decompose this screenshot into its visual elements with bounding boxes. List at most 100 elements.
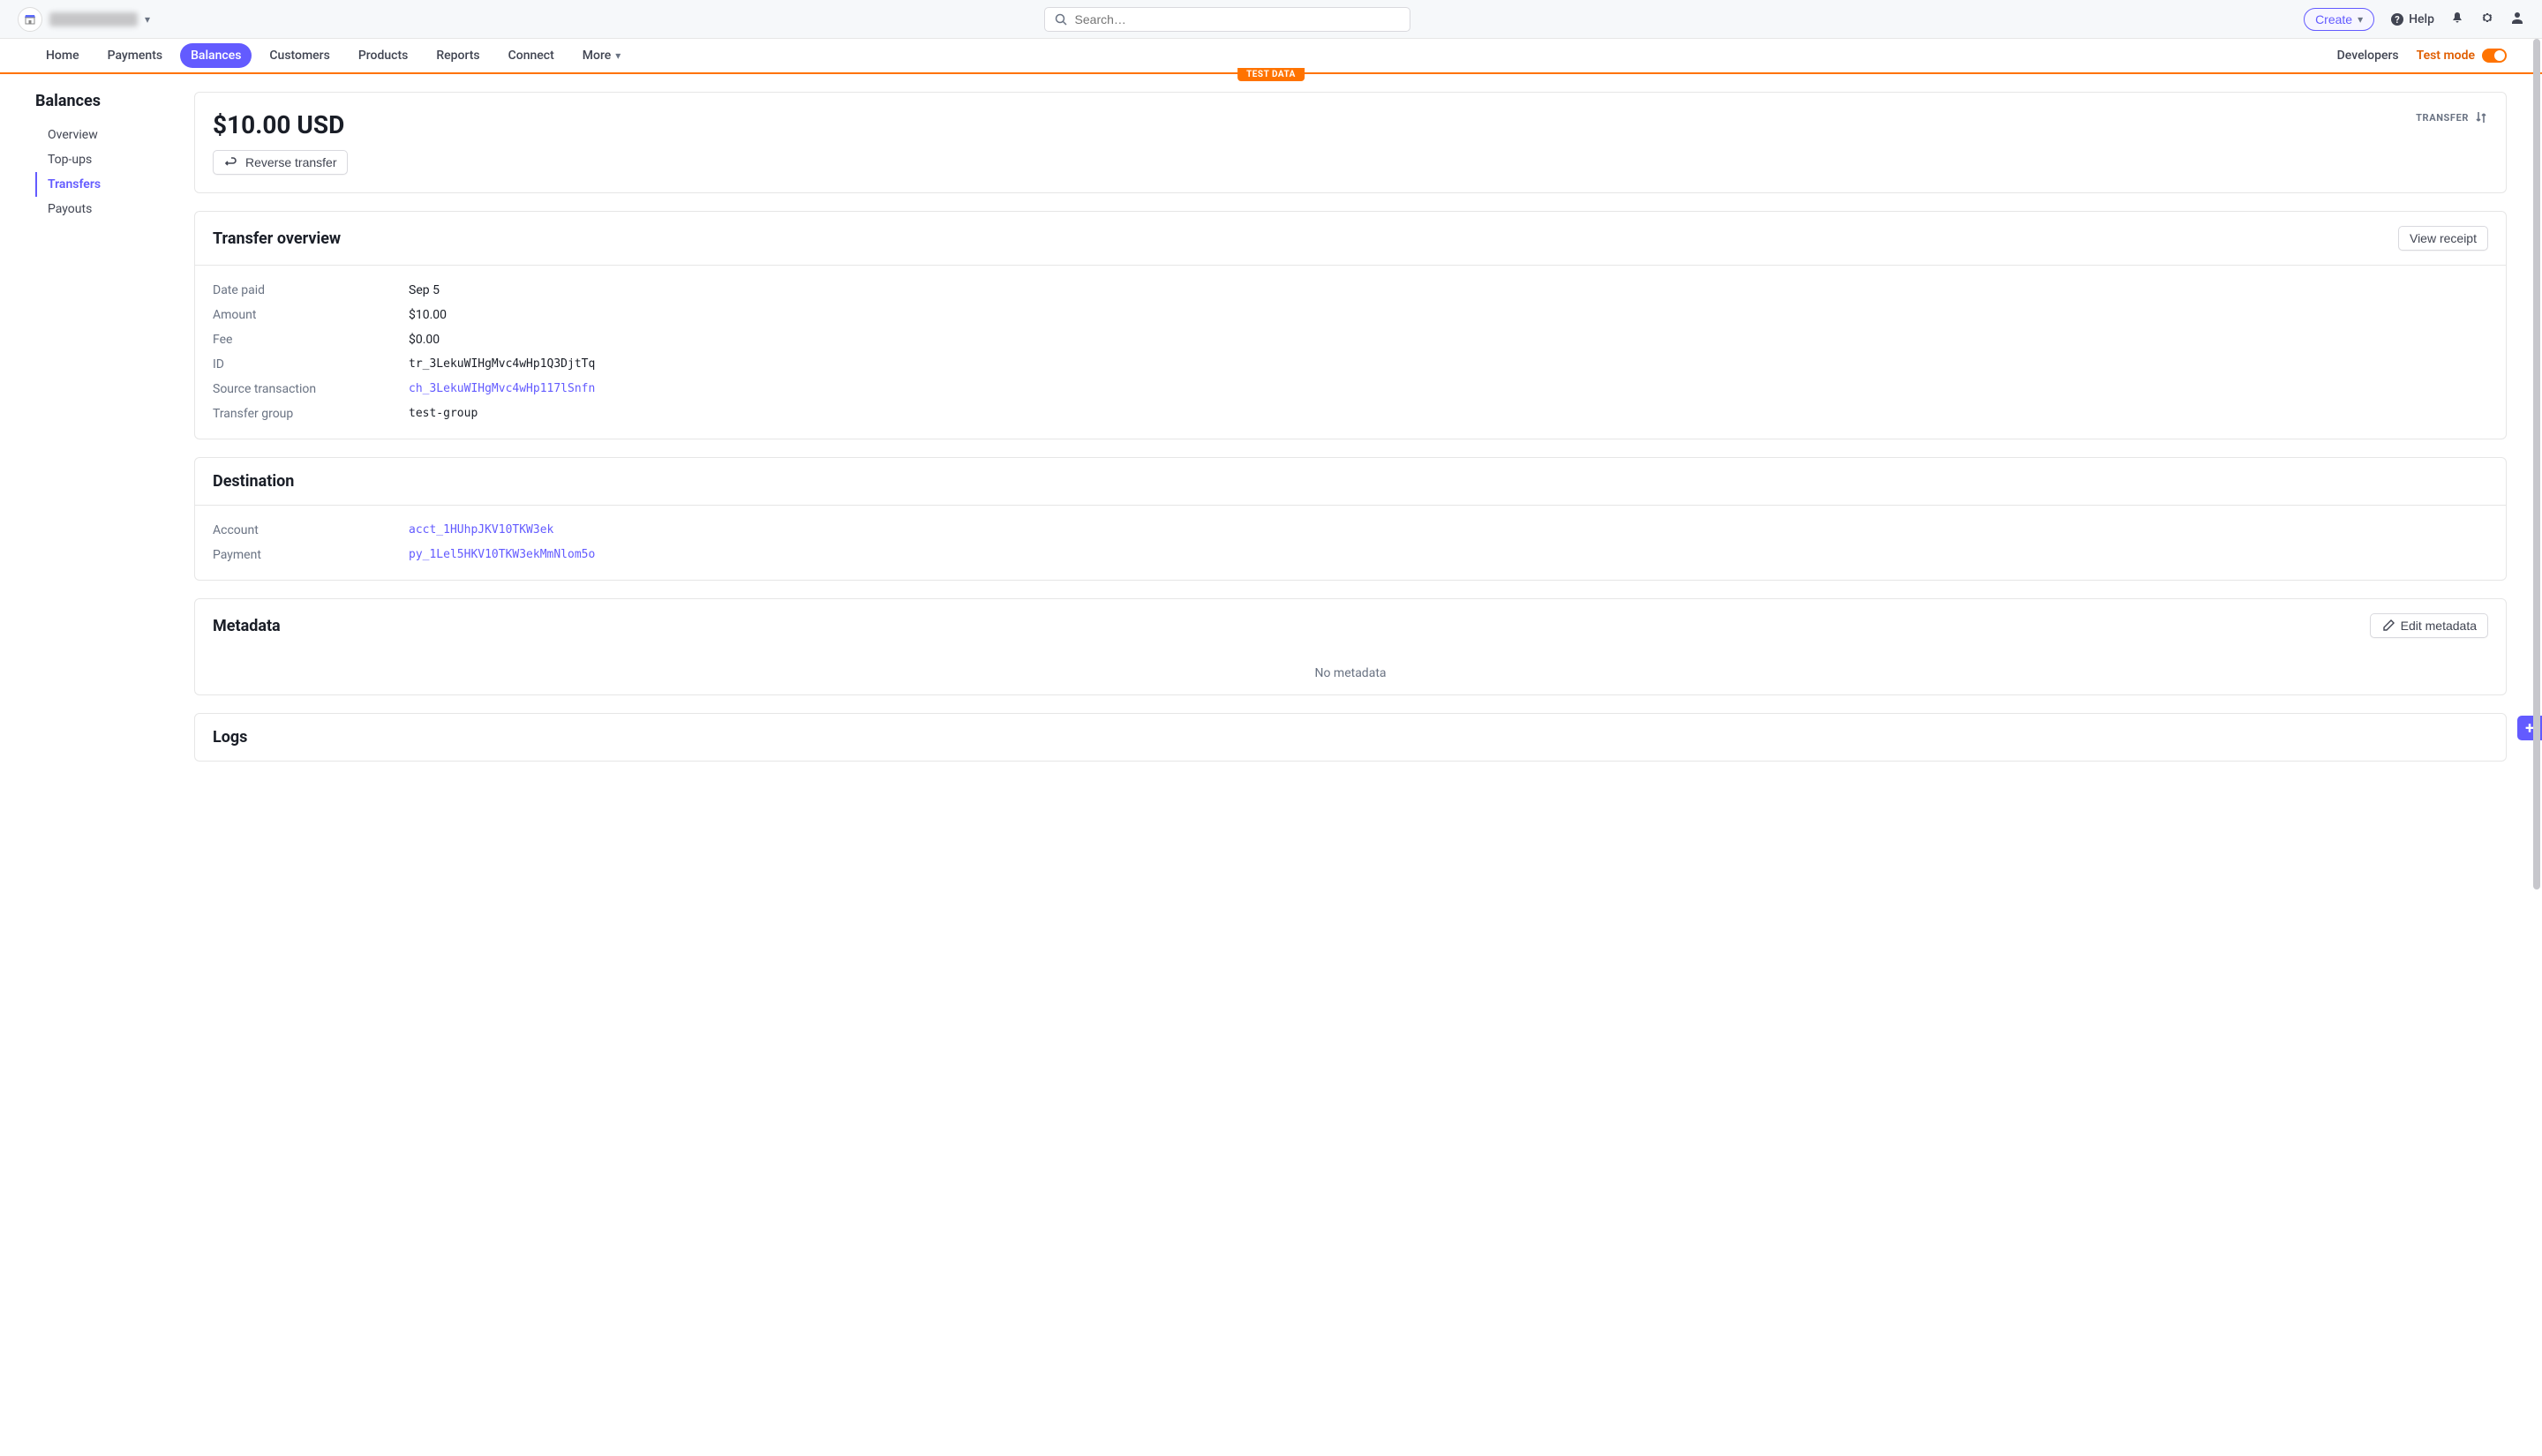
topbar-right: Create ▾ ? Help (2304, 8, 2524, 31)
pencil-icon (2381, 619, 2395, 633)
nav-label: Reports (436, 49, 479, 63)
sidebar-item-label: Overview (48, 128, 98, 142)
overview-list: Date paid Sep 5 Amount $10.00 Fee $0.00 … (195, 266, 2506, 439)
nav-label: Balances (191, 49, 241, 63)
create-button[interactable]: Create ▾ (2304, 8, 2374, 31)
scrollbar-track (2533, 39, 2540, 1456)
account-name (49, 12, 138, 26)
overview-title: Transfer overview (213, 229, 341, 248)
sidebar-title: Balances (35, 92, 177, 110)
kv-row: Payment py_1Lel5HKV10TKW3ekMmNlom5o (213, 543, 2488, 567)
edit-metadata-label: Edit metadata (2401, 619, 2477, 633)
kv-key: Account (213, 523, 409, 537)
amount-title: $10.00 USD (213, 110, 344, 139)
kv-row: Transfer group test-group (213, 402, 2488, 426)
header-card: $10.00 USD TRANSFER Reverse transfer (194, 92, 2507, 193)
test-mode-label: Test mode (2417, 49, 2475, 63)
destination-list: Account acct_1HUhpJKV10TKW3ek Payment py… (195, 506, 2506, 580)
settings-icon[interactable] (2480, 11, 2494, 28)
sidebar-item-payouts[interactable]: Payouts (35, 197, 177, 221)
profile-icon[interactable] (2510, 11, 2524, 28)
destination-card: Destination Account acct_1HUhpJKV10TKW3e… (194, 457, 2507, 581)
nav-balances[interactable]: Balances (180, 43, 252, 68)
metadata-card: Metadata Edit metadata No metadata (194, 598, 2507, 695)
nav-label: Home (46, 49, 79, 63)
account-link[interactable]: acct_1HUhpJKV10TKW3ek (409, 523, 553, 537)
nav-products[interactable]: Products (348, 43, 419, 68)
kv-key: Date paid (213, 283, 409, 297)
kv-row: Account acct_1HUhpJKV10TKW3ek (213, 518, 2488, 543)
search-box[interactable] (1044, 7, 1410, 32)
nav-reports[interactable]: Reports (425, 43, 490, 68)
undo-icon (224, 155, 238, 169)
kv-val: $0.00 (409, 333, 440, 347)
destination-title: Destination (213, 472, 294, 491)
nav-more[interactable]: More ▾ (572, 43, 632, 68)
chevron-down-icon: ▾ (145, 13, 150, 26)
kv-val: Sep 5 (409, 283, 440, 297)
logs-card: Logs (194, 713, 2507, 762)
sidebar-item-label: Transfers (48, 177, 101, 191)
view-receipt-button[interactable]: View receipt (2398, 226, 2488, 251)
kv-key: Amount (213, 308, 409, 322)
sidebar-item-label: Payouts (48, 202, 92, 216)
nav-right: Developers Test mode (2337, 49, 2507, 63)
test-mode-toggle[interactable] (2482, 49, 2507, 63)
search-wrap (1044, 7, 1410, 32)
metadata-empty: No metadata (195, 652, 2506, 694)
chevron-down-icon: ▾ (615, 49, 620, 62)
navbar: Home Payments Balances Customers Product… (0, 39, 2542, 74)
reverse-transfer-button[interactable]: Reverse transfer (213, 150, 348, 175)
payment-link[interactable]: py_1Lel5HKV10TKW3ekMmNlom5o (409, 548, 595, 562)
help-link[interactable]: ? Help (2390, 12, 2434, 26)
search-input[interactable] (1075, 12, 1401, 26)
nav-label: Products (358, 49, 409, 63)
overview-card: Transfer overview View receipt Date paid… (194, 211, 2507, 439)
sidebar-item-transfers[interactable]: Transfers (35, 172, 177, 197)
chevron-down-icon: ▾ (2358, 13, 2363, 26)
kv-val: tr_3LekuWIHgMvc4wHp1Q3DjtTq (409, 357, 595, 372)
kv-key: Source transaction (213, 382, 409, 396)
search-icon (1054, 12, 1068, 26)
scrollbar-thumb[interactable] (2533, 39, 2540, 889)
nav-label: Developers (2337, 49, 2399, 63)
kv-key: ID (213, 357, 409, 372)
nav-connect[interactable]: Connect (498, 43, 565, 68)
kv-key: Payment (213, 548, 409, 562)
edit-metadata-button[interactable]: Edit metadata (2370, 613, 2488, 638)
nav-label: More (583, 49, 612, 63)
view-receipt-label: View receipt (2410, 231, 2477, 245)
nav-developers[interactable]: Developers (2337, 49, 2399, 63)
nav-home[interactable]: Home (35, 43, 90, 68)
kv-row: Amount $10.00 (213, 303, 2488, 327)
test-data-badge: TEST DATA (1237, 68, 1305, 81)
account-switcher[interactable]: ▾ (18, 7, 150, 32)
kv-row: ID tr_3LekuWIHgMvc4wHp1Q3DjtTq (213, 352, 2488, 377)
logs-title: Logs (213, 728, 247, 747)
sidebar-item-topups[interactable]: Top-ups (35, 147, 177, 172)
reverse-label: Reverse transfer (245, 155, 336, 169)
transfer-arrows-icon (2474, 110, 2488, 124)
kv-row: Source transaction ch_3LekuWIHgMvc4wHp11… (213, 377, 2488, 402)
kv-key: Fee (213, 333, 409, 347)
nav-customers[interactable]: Customers (259, 43, 340, 68)
create-label: Create (2315, 12, 2352, 26)
source-transaction-link[interactable]: ch_3LekuWIHgMvc4wHp117lSnfn (409, 382, 595, 396)
store-icon (18, 7, 42, 32)
topbar: ▾ Create ▾ ? Help (0, 0, 2542, 39)
kv-key: Transfer group (213, 407, 409, 421)
sidebar: Balances Overview Top-ups Transfers Payo… (35, 92, 177, 779)
page: Balances Overview Top-ups Transfers Payo… (0, 74, 2542, 797)
help-icon: ? (2390, 12, 2404, 26)
test-mode: Test mode (2417, 49, 2507, 63)
sidebar-item-overview[interactable]: Overview (35, 123, 177, 147)
kv-row: Date paid Sep 5 (213, 278, 2488, 303)
nav-label: Payments (108, 49, 163, 63)
notifications-icon[interactable] (2450, 11, 2464, 28)
nav-label: Customers (269, 49, 329, 63)
main: $10.00 USD TRANSFER Reverse transfer Tra… (194, 92, 2507, 779)
nav-payments[interactable]: Payments (97, 43, 174, 68)
nav-label: Connect (508, 49, 554, 63)
transfer-badge: TRANSFER (2416, 110, 2488, 124)
help-label: Help (2409, 12, 2434, 26)
